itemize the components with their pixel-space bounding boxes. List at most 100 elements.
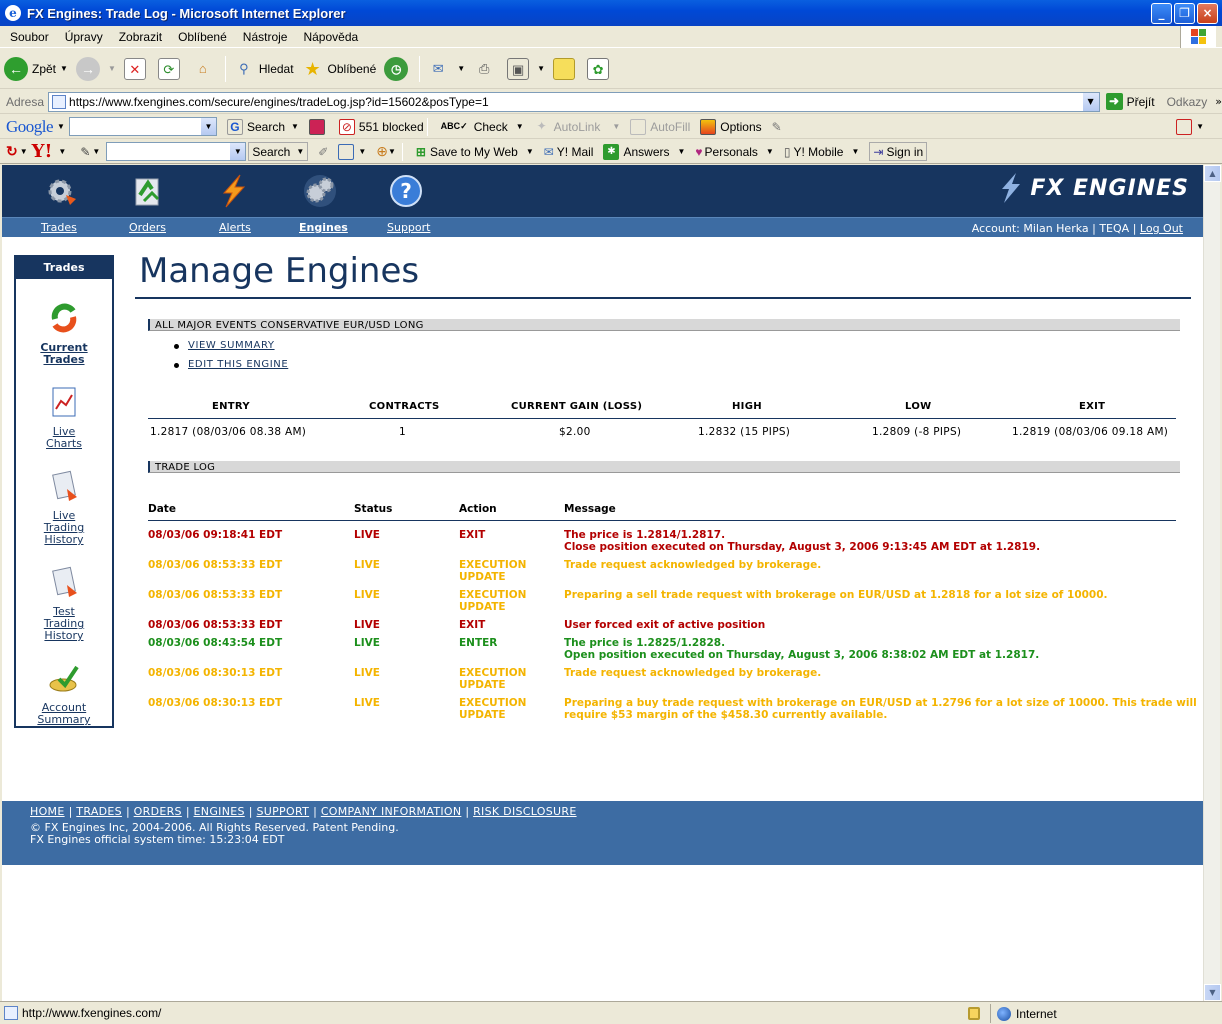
home-button[interactable]: ⌂ — [188, 52, 222, 86]
edit-engine-link[interactable]: EDIT THIS ENGINE — [188, 359, 288, 370]
menu-file[interactable]: Soubor — [0, 30, 57, 44]
chevron-down-icon[interactable]: ▼ — [57, 122, 65, 131]
chevron-down-icon[interactable]: ▼ — [296, 147, 304, 156]
scroll-down-icon[interactable]: ▼ — [1204, 984, 1221, 1001]
security-zone[interactable]: Internet — [990, 1004, 1057, 1023]
chevron-down-icon[interactable]: ▼ — [457, 64, 465, 73]
footer-link-orders[interactable]: ORDERS — [134, 805, 182, 818]
messenger-button[interactable]: ✿ — [583, 52, 617, 86]
nav-engines[interactable]: Engines — [299, 221, 348, 234]
forward-button[interactable]: → ▼ — [72, 52, 120, 86]
popup-blocker[interactable]: ⊘ 551 blocked — [338, 118, 424, 135]
refresh-button[interactable]: ⟳ — [154, 52, 188, 86]
minimize-button[interactable]: _ — [1151, 3, 1172, 24]
chevron-down-icon[interactable]: ▼ — [526, 147, 534, 156]
menu-favorites[interactable]: Oblíbené — [170, 30, 235, 44]
sidebar-item-label[interactable]: Live Charts — [16, 426, 112, 450]
address-input[interactable]: https://www.fxengines.com/secure/engines… — [48, 91, 1100, 112]
footer-link-engines[interactable]: ENGINES — [194, 805, 245, 818]
chevron-down-icon[interactable]: ▼ — [1081, 92, 1099, 111]
nav-alerts[interactable]: Alerts — [219, 221, 251, 234]
chevron-down-icon[interactable]: ▼ — [60, 64, 68, 73]
nav-orders[interactable]: Orders — [129, 221, 166, 234]
yahoo-logo[interactable]: Y! — [32, 141, 53, 162]
options-button[interactable]: Options — [700, 118, 762, 135]
logout-link[interactable]: Log Out — [1140, 222, 1183, 235]
support-help-icon[interactable]: ? — [388, 173, 424, 209]
save-to-myweb-button[interactable]: ⊞ Save to My Web ▼ — [416, 145, 534, 159]
sidebar-item-current-trades[interactable]: Current Trades — [16, 301, 112, 366]
maximize-button[interactable]: ❐ — [1174, 3, 1195, 24]
chevron-down-icon[interactable]: ▼ — [537, 64, 545, 73]
lock-icon[interactable] — [968, 1007, 980, 1020]
footer-link-risk[interactable]: RISK DISCLOSURE — [473, 805, 576, 818]
footer-link-trades[interactable]: TRADES — [76, 805, 122, 818]
close-button[interactable]: × — [1197, 3, 1218, 24]
history-button[interactable]: ◷ — [380, 52, 416, 86]
mail-button[interactable]: ✉ ▼ — [423, 52, 469, 86]
autolink-button[interactable]: ✦ AutoLink ▼ — [534, 119, 621, 135]
menu-help[interactable]: Nápověda — [295, 30, 366, 44]
spellcheck-button[interactable]: ABC✓ Check ▼ — [441, 120, 524, 134]
pencil-button[interactable]: ✎ — [772, 120, 782, 134]
yahoo-layout-button[interactable]: ▼ — [338, 143, 366, 160]
sidebar-item-test-trading-history[interactable]: Test Trading History — [16, 565, 112, 642]
fx-engines-logo[interactable]: FX ENGINES — [1000, 173, 1189, 203]
chevron-down-icon[interactable]: ▼ — [388, 147, 396, 156]
chevron-down-icon[interactable]: ▼ — [230, 143, 246, 160]
alerts-bolt-icon[interactable] — [216, 173, 252, 209]
answers-button[interactable]: ✱ Answers ▼ — [603, 143, 686, 160]
sidebar-item-label[interactable]: Account Summary — [16, 702, 112, 726]
chevron-down-icon[interactable]: ▼ — [612, 122, 620, 131]
yahoo-search-input[interactable]: ▼ — [106, 142, 247, 161]
yahoo-mail-button[interactable]: ✉ Y! Mail — [544, 145, 594, 159]
chevron-down-icon[interactable]: ▼ — [291, 122, 299, 131]
view-summary-link[interactable]: VIEW SUMMARY — [188, 340, 275, 351]
back-button[interactable]: ← Zpět ▼ — [0, 52, 72, 86]
trades-gear-icon[interactable] — [44, 173, 80, 209]
scroll-up-icon[interactable]: ▲ — [1204, 165, 1221, 182]
personals-button[interactable]: ♥ Personals ▼ — [695, 145, 773, 159]
signin-button[interactable]: ⇥ Sign in — [869, 142, 928, 161]
sidebar-item-live-charts[interactable]: Live Charts — [16, 385, 112, 450]
go-button[interactable]: ➜ Přejít — [1105, 93, 1155, 110]
chevron-down-icon[interactable]: ▼ — [20, 147, 28, 156]
yahoo-pen-button[interactable]: ✐ — [318, 145, 328, 159]
yahoo-refresh-icon[interactable]: ↻ — [6, 143, 18, 160]
menu-tools[interactable]: Nástroje — [235, 30, 296, 44]
chevron-down-icon[interactable]: ▼ — [516, 122, 524, 131]
chevron-down-icon[interactable]: ▼ — [358, 147, 366, 156]
address-url[interactable]: https://www.fxengines.com/secure/engines… — [69, 95, 489, 109]
nav-support[interactable]: Support — [387, 221, 430, 234]
yahoo-target-button[interactable]: ⊕ ▼ — [376, 143, 396, 160]
sidebar-item-label[interactable]: Current Trades — [16, 342, 112, 366]
discuss-button[interactable] — [549, 52, 583, 86]
sidebar-item-live-trading-history[interactable]: Live Trading History — [16, 469, 112, 546]
footer-link-company[interactable]: COMPANY INFORMATION — [321, 805, 462, 818]
menu-edit[interactable]: Úpravy — [57, 30, 111, 44]
translate-button[interactable]: ▼ — [1176, 118, 1204, 135]
chevron-right-icon[interactable]: » — [1215, 95, 1222, 108]
highlighter-icon[interactable]: ✎ — [80, 145, 90, 159]
vertical-scrollbar[interactable]: ▲ ▼ — [1203, 165, 1221, 1001]
chevron-down-icon[interactable]: ▼ — [58, 147, 66, 156]
chevron-down-icon[interactable]: ▼ — [766, 147, 774, 156]
edit-button[interactable]: ▣ ▼ — [503, 52, 549, 86]
sidebar-item-label[interactable]: Test Trading History — [16, 606, 112, 642]
chevron-down-icon[interactable]: ▼ — [678, 147, 686, 156]
stop-button[interactable]: ✕ — [120, 52, 154, 86]
links-label[interactable]: Odkazy — [1167, 95, 1208, 109]
mobile-button[interactable]: ▯ Y! Mobile ▼ — [784, 145, 860, 159]
yahoo-search-button[interactable]: Search ▼ — [248, 142, 309, 161]
print-button[interactable]: ⎙ — [469, 52, 503, 86]
chevron-down-icon[interactable]: ▼ — [108, 64, 116, 73]
google-search-input[interactable]: ▼ — [68, 117, 217, 136]
search-button[interactable]: ⚲ Hledat — [229, 52, 298, 86]
autofill-button[interactable]: AutoFill — [630, 118, 690, 135]
sidebar-item-account-summary[interactable]: Account Summary — [16, 661, 112, 726]
chevron-down-icon[interactable]: ▼ — [92, 147, 100, 156]
pagerank-button[interactable] — [308, 118, 329, 135]
sidebar-item-label[interactable]: Live Trading History — [16, 510, 112, 546]
orders-arrows-icon[interactable] — [130, 173, 166, 209]
google-logo[interactable]: Google — [6, 117, 54, 137]
